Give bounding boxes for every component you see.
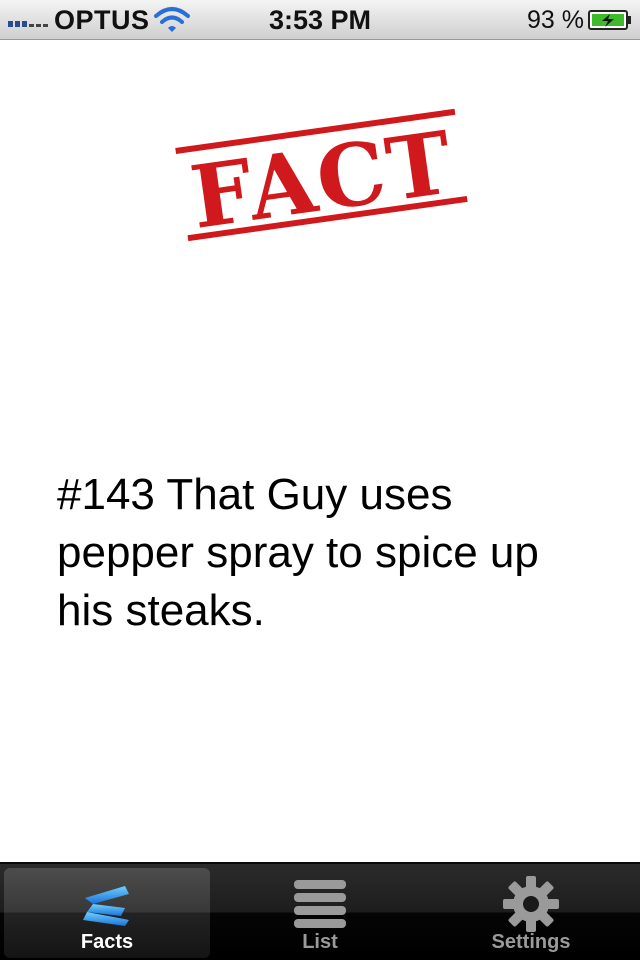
- list-icon: [294, 880, 346, 928]
- tab-settings[interactable]: Settings: [428, 868, 634, 958]
- app-screen: OPTUS 3:53 PM 93 % FACT #143 That Guy us…: [0, 0, 640, 960]
- tab-bar: Facts List Settings: [0, 862, 640, 960]
- tab-label: List: [302, 931, 338, 953]
- tab-label: Settings: [491, 931, 571, 953]
- status-bar: OPTUS 3:53 PM 93 %: [0, 0, 640, 40]
- stamp-text: FACT: [185, 112, 460, 249]
- tab-facts[interactable]: Facts: [4, 868, 210, 958]
- tab-label: Facts: [80, 931, 134, 953]
- fact-stamp-logo: FACT: [175, 108, 468, 249]
- battery-charging-icon: [588, 10, 631, 30]
- facts-icon: [83, 886, 129, 926]
- fact-text: #143 That Guy uses pepper spray to spice…: [57, 470, 539, 635]
- tab-list[interactable]: List: [217, 868, 423, 958]
- battery-percent: 93 %: [527, 6, 584, 34]
- gear-icon: [503, 876, 559, 932]
